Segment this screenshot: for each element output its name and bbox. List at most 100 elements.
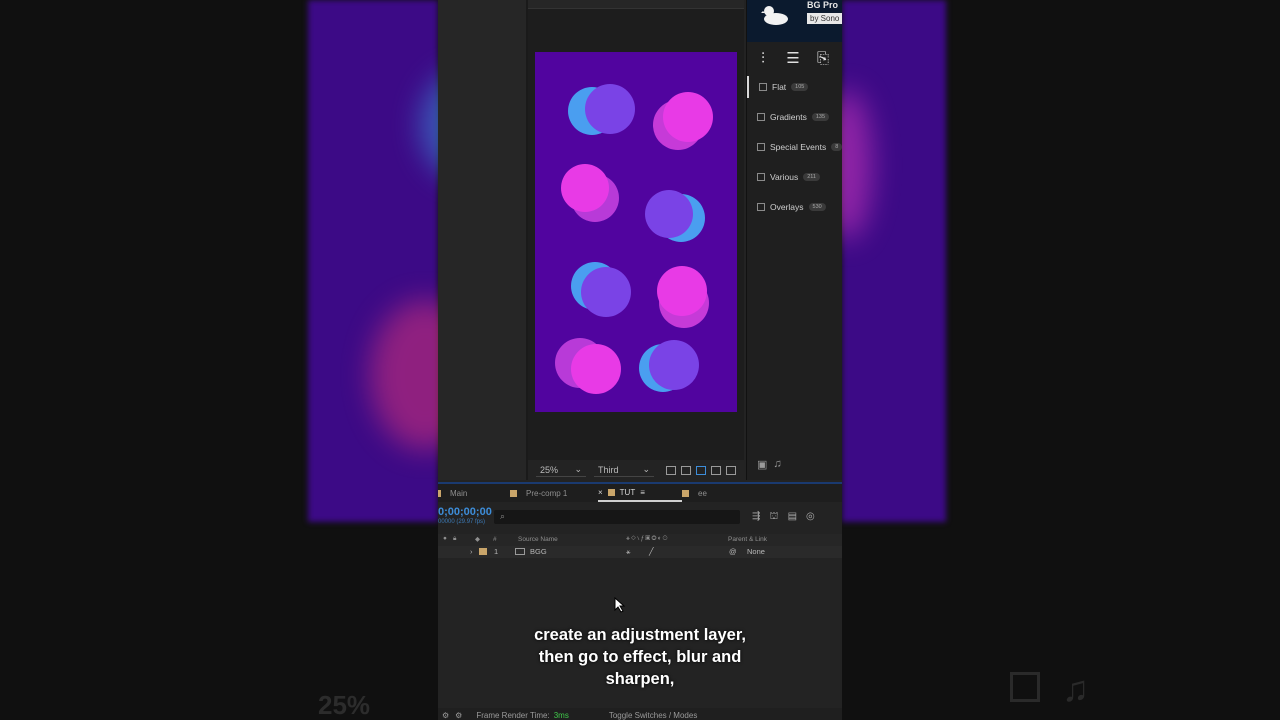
play-preview-icon[interactable]: ▣: [757, 458, 767, 471]
plugin-header: BG Pro by Sono: [747, 0, 842, 42]
zoom-value: 25%: [540, 464, 559, 475]
layer-index: 1: [494, 547, 499, 556]
layer-search-input[interactable]: ⌕: [494, 510, 740, 524]
frame-render-label: Frame Render Time:: [476, 710, 550, 720]
folder-icon: [757, 173, 765, 181]
guides-icon[interactable]: [726, 465, 736, 475]
category-gradients[interactable]: Gradients 135: [747, 106, 842, 128]
hamburger-menu-icon[interactable]: ≡: [640, 488, 645, 497]
circle-violet: [581, 267, 631, 317]
list-icon[interactable]: ☰: [785, 51, 801, 66]
circle-pink: [663, 92, 713, 142]
blurred-backdrop-right: ♫: [842, 0, 1280, 720]
folder-icon: [757, 143, 765, 151]
snapshot-icon[interactable]: [666, 465, 676, 475]
switches-icon: ⚹◇∖ƒ▣◎◐⊙: [626, 535, 669, 542]
plugin-toolbar: ⫶ ☰ ⎘: [747, 44, 842, 72]
category-label: Gradients: [770, 112, 807, 122]
category-various[interactable]: Various 211: [747, 166, 842, 188]
folder-icon: [759, 83, 767, 91]
viewer-toolbar: 25% ⌄ Third ⌄: [528, 460, 744, 480]
parent-dropdown[interactable]: None: [747, 547, 765, 556]
graph-toggle-icon[interactable]: ⚙: [455, 711, 462, 720]
comp-color-swatch: [682, 489, 689, 497]
mouse-pointer-icon: [614, 597, 626, 613]
expand-chevron-icon[interactable]: ›: [470, 547, 473, 556]
sliders-icon[interactable]: ⫶: [755, 51, 771, 66]
mask-toggle-icon[interactable]: [696, 465, 706, 475]
timeline-toolbar: ⇶ ⛫ ▤ ◎: [752, 511, 815, 524]
frame-rate-display: 00000 (29.97 fps): [438, 519, 486, 525]
chevron-down-icon: ⌄: [574, 464, 582, 474]
tab-main[interactable]: Main: [438, 489, 510, 498]
toggle-switches-modes-button[interactable]: Toggle Switches / Modes: [609, 711, 698, 720]
motion-blur-icon[interactable]: ◎: [806, 511, 815, 524]
category-label: Overlays: [770, 202, 804, 212]
category-special-events[interactable]: Special Events 8: [747, 136, 842, 158]
folder-icon: [757, 113, 765, 121]
category-label: Various: [770, 172, 799, 182]
video-caption: create an adjustment layer, then go to e…: [438, 624, 842, 690]
plugin-title: BG Pro: [807, 0, 839, 10]
category-count: 530: [808, 203, 826, 211]
caption-line: sharpen,: [605, 670, 675, 688]
resolution-value: Third: [598, 464, 619, 475]
tab-tut[interactable]: × TUT ≡: [598, 484, 682, 502]
shy-switch-icon[interactable]: ⚹: [626, 547, 631, 557]
project-panel: [438, 0, 528, 480]
category-count: 211: [803, 173, 820, 181]
source-name-column-header[interactable]: Source Name: [518, 536, 558, 543]
close-icon[interactable]: ×: [598, 488, 603, 497]
composition-viewer: 25% ⌄ Third ⌄: [528, 0, 744, 480]
layer-name[interactable]: BGG: [530, 547, 547, 556]
label-color-swatch[interactable]: [479, 548, 487, 555]
category-label: Flat: [772, 82, 787, 92]
tab-label: Main: [450, 488, 468, 498]
search-icon: ⌕: [500, 511, 506, 521]
composition-canvas[interactable]: [535, 52, 737, 412]
resolution-dropdown[interactable]: Third ⌄: [594, 463, 654, 477]
circle-violet: [649, 340, 699, 390]
current-time-display[interactable]: 0;00;00;00: [438, 506, 492, 518]
viewer-header: [528, 0, 744, 9]
chevron-down-icon: ⌄: [642, 464, 650, 474]
duck-logo-icon: [761, 6, 788, 25]
composition-mini-flowchart-icon[interactable]: ⇶: [752, 511, 760, 524]
tab-label: TUT: [619, 487, 636, 497]
after-effects-window: 25% ⌄ Third ⌄ BG Pro by Sono ⫶ ☰ ⎘ Flat: [438, 0, 842, 720]
transparency-grid-icon[interactable]: [681, 465, 691, 475]
pick-whip-icon[interactable]: @: [729, 547, 737, 556]
category-count: 8: [831, 143, 842, 151]
plugin-author: by Sono: [807, 13, 842, 24]
folder-icon: [757, 203, 765, 211]
quality-switch-icon[interactable]: ╱: [649, 547, 654, 556]
zoom-dropdown[interactable]: 25% ⌄: [536, 463, 586, 477]
draft-3d-icon[interactable]: ⛫: [769, 511, 778, 524]
category-label: Special Events: [770, 142, 827, 152]
file-import-icon[interactable]: ⎘: [815, 51, 831, 66]
tab-ee[interactable]: ee: [682, 489, 742, 498]
tab-pre-comp-1[interactable]: Pre-comp 1: [510, 489, 598, 498]
index-column-header: #: [493, 536, 497, 543]
table-row[interactable]: › 1 BGG ⚹ ╱ @ None: [438, 546, 842, 558]
caption-line: then go to effect, blur and: [538, 648, 742, 666]
blurred-backdrop-left: 25%: [0, 0, 438, 720]
status-bar: ⚙ ⚙ Frame Render Time: 3ms Toggle Switch…: [438, 708, 842, 720]
parent-link-column-header: Parent & Link: [728, 536, 768, 543]
tab-label: ee: [698, 488, 707, 498]
circle-pink: [571, 344, 621, 394]
lock-icon: 🔒︎: [453, 535, 457, 542]
composition-icon: [515, 548, 525, 555]
circle-violet: [645, 190, 693, 238]
render-settings-icon[interactable]: ⚙: [442, 711, 449, 720]
frame-render-value: 3ms: [553, 710, 569, 720]
music-icon[interactable]: ♫: [773, 458, 781, 470]
caption-line: create an adjustment layer,: [534, 626, 746, 644]
category-flat[interactable]: Flat 105: [747, 76, 842, 98]
blurred-zoom-label: 25%: [318, 690, 371, 720]
blurred-music-icon: ♫: [1062, 668, 1089, 709]
comp-color-swatch: [438, 489, 441, 497]
category-overlays[interactable]: Overlays 530: [747, 196, 842, 218]
frame-blending-icon[interactable]: ▤: [788, 511, 797, 524]
region-of-interest-icon[interactable]: [711, 465, 721, 475]
